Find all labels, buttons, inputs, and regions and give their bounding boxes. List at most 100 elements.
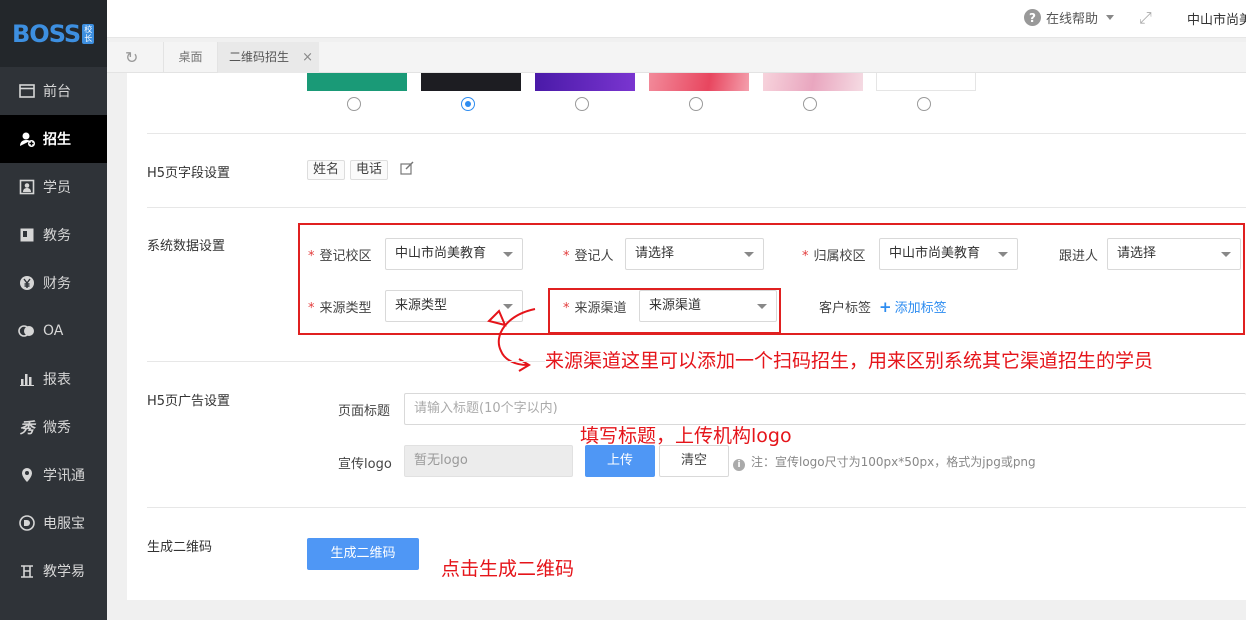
add-user-icon [18,130,36,148]
divider [147,207,1246,208]
phone-service-icon [18,514,36,532]
sidebar-item-finance[interactable]: 财务 [0,259,107,307]
promo-logo-field: 暂无logo [404,445,573,477]
upload-button[interactable]: 上传 [585,445,655,477]
sidebar-item-label: 前台 [43,84,71,100]
field-label-registrar: * 登记人 [563,249,614,264]
main-panel: H5页字段设置 姓名 电话 系统数据设置 * 登记校区 中山市尚美教育 * 登记人 … [127,73,1246,600]
theme-thumbnail-5[interactable] [763,73,863,91]
theme-thumbnail-3[interactable] [535,73,635,91]
annotation-arrow-icon [487,308,536,372]
sidebar-item-label: 教学易 [43,564,85,580]
theme-thumbnail-4[interactable] [649,73,749,91]
org-name[interactable]: 中山市尚美 [1187,9,1246,28]
theme-radio-3[interactable] [575,97,589,111]
sidebar-item-label: 学讯通 [43,468,85,484]
field-label-follower: 跟进人 [1059,249,1099,264]
theme-thumbnail-6[interactable] [876,73,976,91]
logo-tip: i 注：宣传logo尺寸为100px*50px，格式为jpg或png [733,453,1036,471]
close-icon[interactable]: × [302,42,313,73]
chevron-down-icon [1106,15,1115,20]
chevron-down-icon [503,252,513,257]
field-chip-name: 姓名 [307,160,346,180]
oa-icon [18,322,36,340]
sidebar-item-jiaoxueyi[interactable]: 教学易 [0,547,107,595]
chevron-down-icon [757,304,767,309]
field-chip-phone: 电话 [350,160,389,180]
tab-desktop[interactable]: 桌面 [163,42,217,73]
register-campus-select[interactable]: 中山市尚美教育 [385,238,523,270]
logo-badge: 校 长 [82,23,95,44]
sidebar-item-xuexuntong[interactable]: 学讯通 [0,451,107,499]
tab-qr-enrollment[interactable]: 二维码招生 × [217,42,319,73]
divider [147,133,1246,134]
theme-radio-1[interactable] [347,97,361,111]
annotation-title-logo: 填写标题，上传机构logo [580,425,792,447]
generate-qr-label: 生成二维码 [147,540,213,555]
online-help-label: 在线帮助 [1046,12,1099,27]
theme-radio-6[interactable] [917,97,931,111]
field-label-source-channel: * 来源渠道 [563,301,627,316]
online-help[interactable]: ? 在线帮助 [1024,8,1115,27]
generate-qr-button[interactable]: 生成二维码 [307,538,419,570]
theme-thumbnail-2[interactable] [421,73,521,91]
sidebar-item-enrollment[interactable]: 招生 [0,115,107,163]
sidebar-item-label: OA [43,323,64,339]
clear-button[interactable]: 清空 [659,445,729,477]
sidebar-item-weixiu[interactable]: 秀 微秀 [0,403,107,451]
page-title-input[interactable]: 请输入标题(10个字以内) [404,393,1246,425]
h5-fields-label: H5页字段设置 [147,166,231,181]
sidebar-item-label: 微秀 [43,420,71,436]
follower-select[interactable]: 请选择 [1107,238,1241,270]
sidebar-item-reports[interactable]: 报表 [0,355,107,403]
edit-icon[interactable] [400,161,414,179]
annotation-source-channel: 来源渠道这里可以添加一个扫码招生，用来区别系统其它渠道招生的学员 [545,350,1154,372]
logo[interactable]: BOSS 校 长 [0,0,107,67]
teach-icon [18,562,36,580]
promo-logo-label: 宣传logo [338,457,392,472]
h5-ad-label: H5页广告设置 [147,394,231,409]
registrar-select[interactable]: 请选择 [625,238,764,270]
sidebar: BOSS 校 长 前台 招生 学员 教务 财务 OA 报表 秀 微秀 学讯通 电… [0,0,107,620]
refresh-icon[interactable]: ↻ [125,48,138,67]
field-label-owner-campus: * 归属校区 [802,249,866,264]
id-card-icon [18,178,36,196]
question-icon: ? [1024,9,1041,26]
sidebar-item-oa[interactable]: OA [0,307,107,355]
sidebar-item-students[interactable]: 学员 [0,163,107,211]
theme-radio-4[interactable] [689,97,703,111]
top-bar: ? 在线帮助 ⤢ 中山市尚美 [107,0,1246,38]
sidebar-item-front-desk[interactable]: 前台 [0,67,107,115]
sidebar-item-label: 报表 [43,372,71,388]
owner-campus-select[interactable]: 中山市尚美教育 [879,238,1018,270]
wechat-show-icon: 秀 [19,418,35,437]
source-channel-select[interactable]: 来源渠道 [639,290,777,322]
theme-radio-5[interactable] [803,97,817,111]
divider [147,361,545,362]
add-tag-button[interactable]: + 添加标签 [879,297,947,316]
fullscreen-icon[interactable]: ⤢ [1139,8,1152,28]
theme-thumbnail-1[interactable] [307,73,407,91]
customer-tag-label: 客户标签 [819,301,872,316]
logo-text: BOSS [12,19,81,48]
theme-radio-2[interactable] [461,97,475,111]
bar-chart-icon [18,370,36,388]
system-data-label: 系统数据设置 [147,239,226,254]
sidebar-item-label: 电服宝 [43,516,85,532]
tab-label: 二维码招生 [229,50,290,64]
sidebar-item-label: 学员 [43,180,71,196]
sidebar-item-label: 财务 [43,276,71,292]
chevron-down-icon [744,252,754,257]
divider [147,507,1246,508]
info-icon: i [733,459,745,471]
tabs-bar: ↻ 桌面 二维码招生 × [107,42,1246,73]
book-icon [18,226,36,244]
plus-icon: + [879,298,892,316]
chevron-down-icon [998,252,1008,257]
field-label-register-campus: * 登记校区 [308,249,372,264]
yen-icon [18,274,36,292]
chevron-down-icon [1221,252,1231,257]
sidebar-item-dianfubao[interactable]: 电服宝 [0,499,107,547]
sidebar-item-academic[interactable]: 教务 [0,211,107,259]
sidebar-item-label: 教务 [43,228,71,244]
